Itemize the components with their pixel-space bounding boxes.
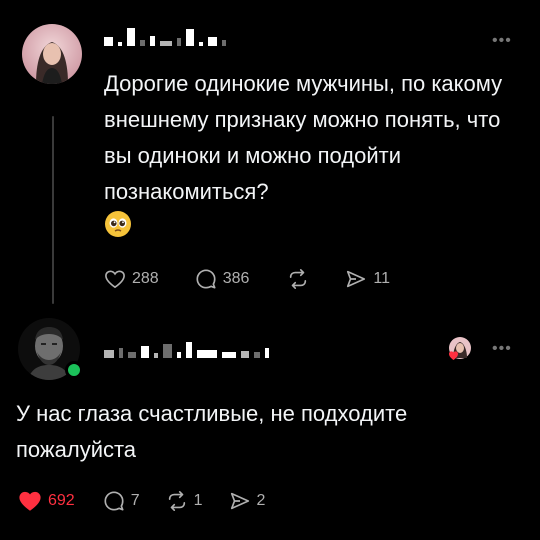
repost-icon — [168, 491, 185, 511]
post-comment-button[interactable]: 386 — [195, 268, 250, 290]
comment-icon — [196, 269, 216, 289]
reply-more-icon[interactable]: ••• — [492, 341, 512, 357]
reply-comment-count: 7 — [130, 492, 140, 509]
heart-icon — [105, 270, 125, 289]
post-more-icon[interactable]: ••• — [492, 33, 512, 49]
post-action-bar: 288 386 11 — [104, 268, 390, 290]
post-like-count: 288 — [132, 270, 159, 287]
online-status-dot — [65, 361, 83, 379]
reply-repost-count: 1 — [193, 492, 203, 509]
comment-icon — [104, 491, 124, 511]
thread-connector-line — [52, 116, 54, 304]
repost-icon — [290, 269, 307, 289]
thread-screen: ••• Дорогие одинокие мужчины, по какому … — [0, 0, 540, 540]
reply-share-button[interactable]: 2 — [229, 490, 266, 512]
reply-author-username-redacted[interactable] — [104, 334, 269, 358]
post-repost-button[interactable] — [287, 268, 309, 290]
reply-text: У нас глаза счастливые, не подходите пож… — [16, 401, 408, 462]
post-like-button[interactable]: 288 — [104, 269, 159, 289]
reply-like-count: 692 — [48, 492, 75, 509]
post-text: Дорогие одинокие мужчины, по какому внеш… — [104, 71, 503, 204]
post-author-avatar[interactable] — [22, 24, 82, 84]
send-icon — [230, 492, 249, 510]
post-share-count: 11 — [373, 270, 391, 287]
post-comment-count: 386 — [222, 270, 250, 287]
heart-filled-icon — [19, 491, 41, 511]
reply-share-count: 2 — [256, 492, 266, 509]
pleading-face-emoji — [104, 210, 132, 243]
send-icon — [347, 270, 366, 288]
reply-repost-button[interactable]: 1 — [166, 490, 203, 512]
reply-comment-button[interactable]: 7 — [103, 490, 140, 512]
post-share-button[interactable]: 11 — [345, 268, 390, 290]
liked-by-author-avatar — [446, 336, 471, 360]
post-author-username-redacted[interactable] — [104, 22, 226, 46]
reply-like-button[interactable]: 692 — [18, 490, 75, 512]
reply-action-bar: 692 7 1 2 — [18, 490, 265, 512]
